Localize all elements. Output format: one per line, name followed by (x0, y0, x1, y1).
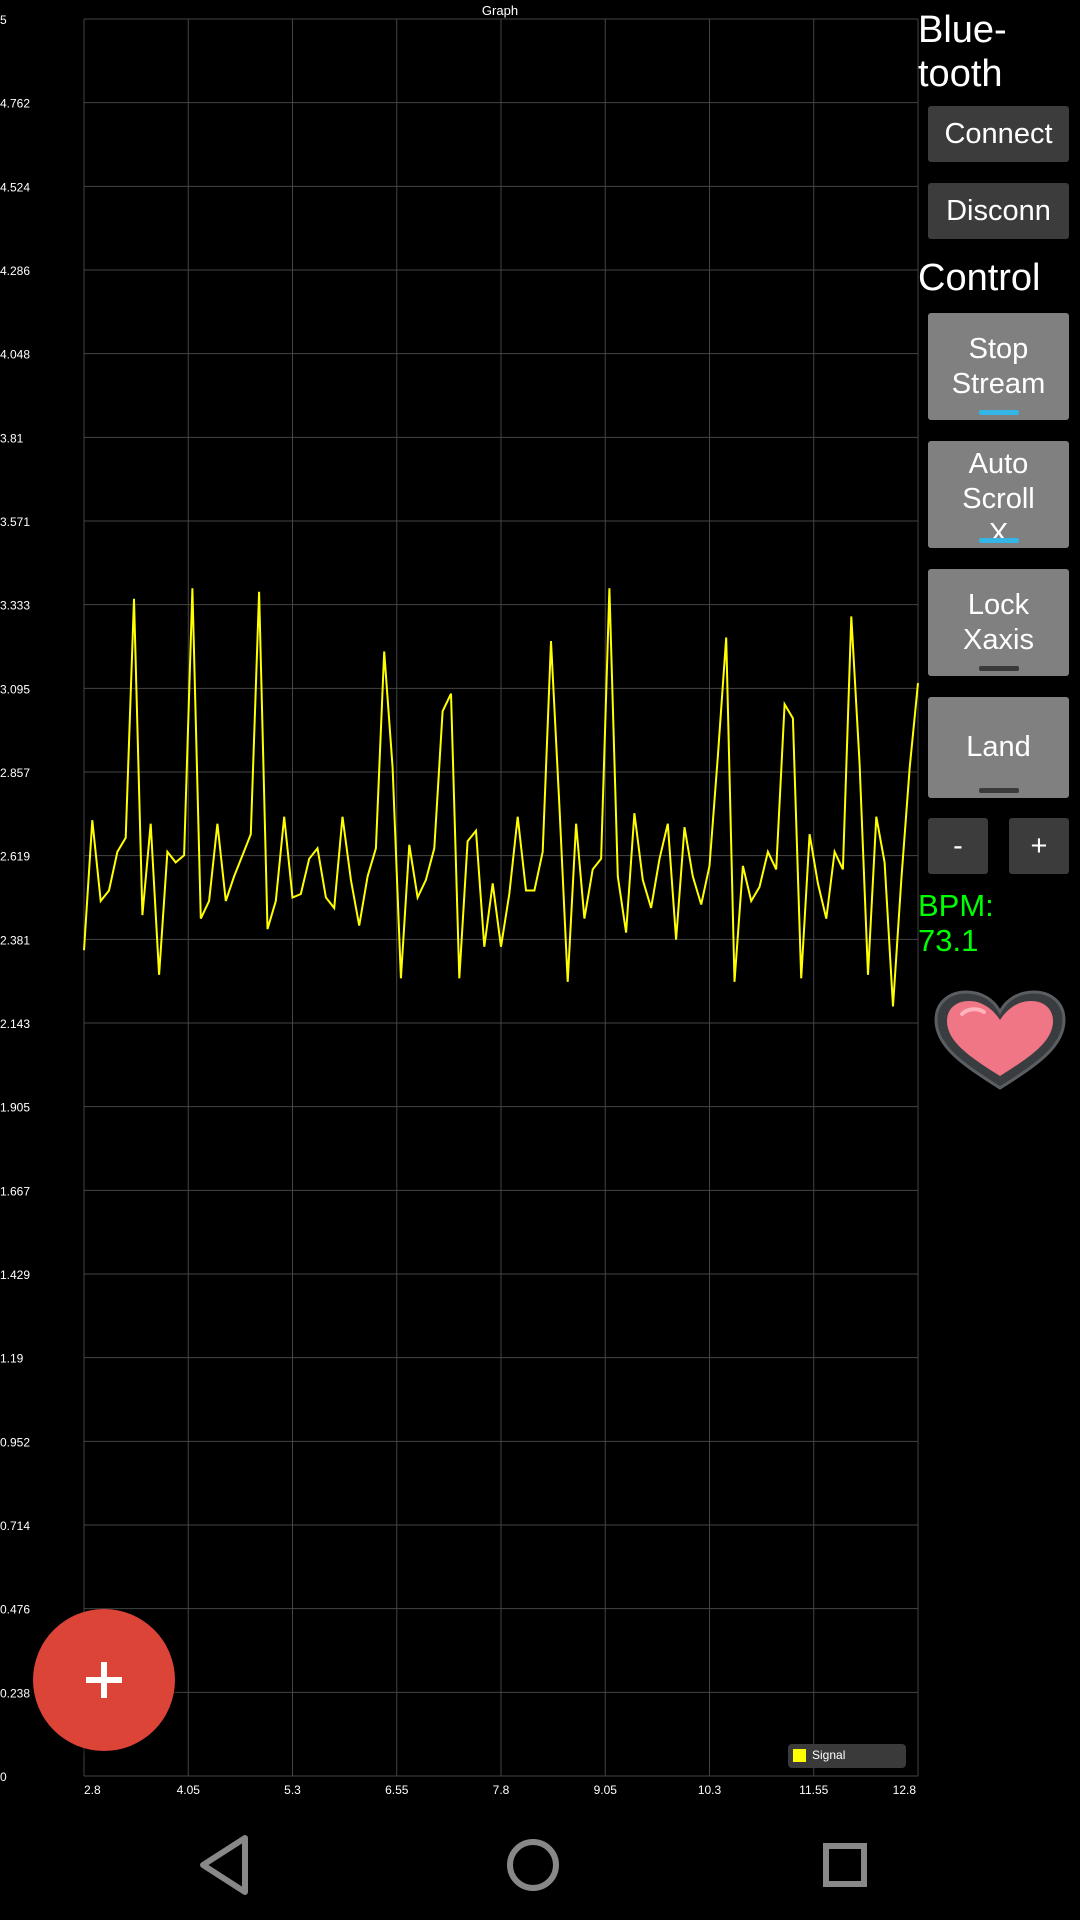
bluetooth-heading: Blue- tooth (918, 9, 1007, 95)
y-tick-label: 3.571 (0, 515, 30, 529)
y-tick-label: 0.714 (0, 1519, 30, 1533)
x-tick-label: 7.8 (493, 1783, 510, 1797)
y-tick-label: 3.333 (0, 599, 30, 613)
chart-background (0, 0, 920, 1810)
lock-xaxis-indicator (978, 666, 1019, 671)
y-tick-label: 3.81 (0, 431, 24, 445)
x-tick-label: 6.55 (385, 1783, 409, 1797)
plus-button[interactable]: + (1009, 818, 1069, 874)
auto-scroll-x-toggle[interactable]: Auto Scroll X (928, 441, 1069, 550)
y-tick-label: 4.524 (0, 180, 30, 194)
auto-scroll-x-label: Auto Scroll X (962, 448, 1035, 550)
disconnect-button-label: Disconn (946, 194, 1051, 227)
add-fab-button[interactable] (33, 1609, 175, 1751)
control-heading: Control (918, 257, 1041, 299)
y-tick-label: 0.952 (0, 1435, 30, 1449)
y-tick-label: 1.905 (0, 1101, 30, 1115)
x-tick-label: 11.55 (799, 1783, 828, 1797)
stop-stream-toggle[interactable]: Stop Stream (928, 313, 1069, 420)
y-tick-label: 4.048 (0, 348, 30, 362)
y-tick-label: 2.143 (0, 1017, 30, 1031)
x-tick-label: 4.05 (177, 1783, 201, 1797)
x-tick-label: 5.3 (284, 1783, 301, 1797)
y-tick-label: 2.857 (0, 766, 30, 780)
minus-button-label: - (953, 829, 963, 862)
y-tick-label: 5 (0, 13, 7, 27)
disconnect-button[interactable]: Disconn (928, 183, 1069, 239)
stop-stream-label: Stop Stream (951, 332, 1046, 400)
lock-xaxis-toggle[interactable]: Lock Xaxis (928, 569, 1069, 676)
x-tick-label: 10.3 (698, 1783, 722, 1797)
x-tick-label: 9.05 (594, 1783, 618, 1797)
recents-icon[interactable] (810, 1830, 880, 1900)
heart-icon (934, 990, 1066, 1090)
x-tick-label: 2.8 (84, 1783, 101, 1797)
y-tick-label: 4.286 (0, 264, 30, 278)
connect-button-label: Connect (944, 117, 1053, 150)
land-toggle[interactable]: Land (928, 697, 1069, 798)
signal-chart[interactable]: Graph 5 4.762 4.524 4.286 4.048 3.81 3.571 3.33… (0, 0, 920, 1810)
lock-xaxis-label: Lock Xaxis (963, 588, 1034, 656)
back-icon[interactable] (190, 1830, 260, 1900)
y-tick-label: 1.667 (0, 1184, 30, 1198)
minus-button[interactable]: - (928, 818, 988, 874)
y-tick-label: 3.095 (0, 682, 30, 696)
legend-label-signal: Signal (812, 1748, 845, 1762)
stop-stream-indicator (978, 410, 1019, 415)
legend-swatch-signal (793, 1749, 806, 1762)
y-tick-label: 2.619 (0, 850, 30, 864)
connect-button[interactable]: Connect (928, 106, 1069, 162)
y-tick-label: 0.238 (0, 1686, 30, 1700)
x-tick-label: 12.8 (893, 1783, 917, 1797)
chart-title: Graph (482, 3, 518, 18)
y-tick-label: 1.19 (0, 1352, 24, 1366)
land-indicator (978, 788, 1019, 793)
y-tick-label: 4.762 (0, 97, 30, 111)
bpm-readout: BPM: 73.1 (918, 888, 994, 958)
auto-scroll-x-indicator (978, 538, 1019, 543)
y-tick-label: 2.381 (0, 933, 30, 947)
home-icon[interactable] (498, 1830, 568, 1900)
system-navigation-bar (0, 1810, 1080, 1920)
y-tick-label: 0 (0, 1770, 7, 1784)
plus-button-label: + (1030, 829, 1048, 862)
y-tick-label: 0.476 (0, 1603, 30, 1617)
chart-legend: Signal (788, 1744, 906, 1768)
land-label: Land (966, 731, 1031, 763)
y-tick-label: 1.429 (0, 1268, 30, 1282)
plus-icon (86, 1662, 122, 1698)
